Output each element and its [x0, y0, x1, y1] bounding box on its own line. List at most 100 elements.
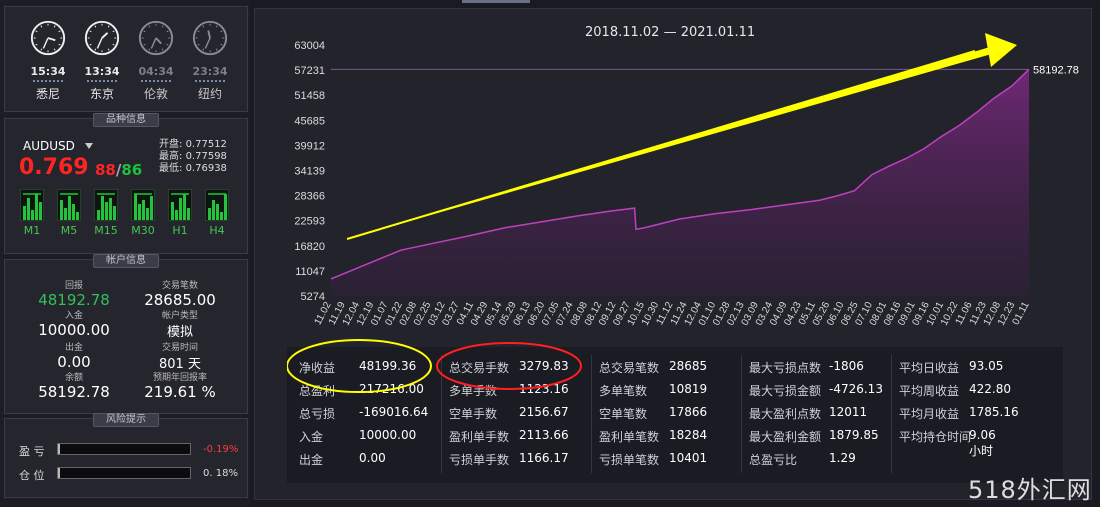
y-tick-label: 51458: [294, 90, 325, 102]
account-info-panel: 帐户信息 回报 48192.78 交易笔数 28685.00 入金 10000.…: [4, 254, 248, 414]
world-clocks-panel: 15:34 悉尼 13:34 东京 04:34 伦敦 23:34 纽约: [4, 6, 248, 112]
symbol-selector[interactable]: AUDUSD: [23, 139, 75, 153]
high-label: 最高:: [159, 151, 183, 162]
account-type-label: 帐户类型: [161, 311, 198, 321]
y-tick-label: 45685: [294, 115, 325, 127]
open-label: 开盘:: [159, 139, 183, 150]
pl-bar-fill: [58, 444, 60, 454]
timeframe-m5[interactable]: M5: [54, 189, 84, 237]
stat-row: 总交易手数 3279.83: [449, 359, 569, 376]
y-tick-label: 11047: [295, 266, 325, 278]
stat-row: 亏损单手数 1166.17: [449, 451, 569, 468]
column-divider: [591, 355, 592, 473]
stat-row: 总亏损 -169016.64: [299, 405, 428, 422]
stat-label: 盈利单笔数: [599, 430, 660, 444]
price-ask: 86: [121, 161, 143, 179]
stat-value: -1806: [829, 359, 864, 373]
trades-value: 28685.00: [144, 291, 216, 309]
stat-value: 28685: [669, 359, 708, 373]
signal-meter-icon: [20, 189, 44, 221]
timeframe-m15[interactable]: M15: [91, 189, 121, 237]
stat-row: 平均持仓时间 9.06小时: [899, 428, 996, 458]
risk-panel: 风险提示 盈 亏 -0.19% 仓 位 0. 18%: [4, 413, 248, 498]
ohl-values: 开盘: 0.77512 最高: 0.77598 最低: 0.76938: [159, 139, 227, 175]
stat-value: 2113.66: [519, 428, 569, 442]
trades-label: 交易笔数: [161, 281, 198, 291]
clock-icon: [138, 20, 174, 56]
clock-time: 13:34: [84, 65, 120, 78]
stat-value: 422.80: [969, 382, 1011, 396]
y-tick-label: 63004: [294, 40, 325, 52]
timeframe-m1[interactable]: M1: [17, 189, 47, 237]
section-title: 品种信息: [93, 113, 159, 127]
stat-row: 平均月收益 1785.16: [899, 405, 1019, 422]
stat-value: 48199.36: [359, 359, 417, 373]
clock-time: 23:34: [192, 65, 228, 78]
stat-label: 总亏损: [299, 407, 336, 421]
y-tick-label: 34139: [294, 166, 325, 178]
stat-label: 亏损单笔数: [599, 453, 660, 467]
stat-label: 多单笔数: [599, 384, 648, 398]
equity-chart-panel: 2018.11.02 — 2021.01.11 63004 57231 51458 4…: [254, 8, 1092, 500]
withdraw-value: 0.00: [57, 353, 91, 371]
balance-value: 58192.78: [38, 383, 110, 401]
low-value: 0.76938: [185, 163, 227, 174]
equity-area: [331, 69, 1029, 297]
stat-label: 最大亏损点数: [749, 361, 822, 375]
stat-value: 10000.00: [359, 428, 417, 442]
timeframe-h4[interactable]: H4: [202, 189, 232, 237]
stat-value: 2156.67: [519, 405, 569, 419]
stat-label: 最大盈利金额: [749, 430, 822, 444]
stat-label: 亏损单手数: [449, 453, 510, 467]
stat-row: 出金 0.00: [299, 451, 386, 468]
stat-row: 总盈利 217216.00: [299, 382, 424, 399]
clock-sydney: 15:34 悉尼: [23, 19, 73, 102]
stat-label: 平均持仓时间: [899, 430, 972, 444]
timeframe-h1[interactable]: H1: [165, 189, 195, 237]
price-bid: 88: [95, 161, 116, 179]
clock-dots: [195, 80, 225, 82]
column-divider: [741, 355, 742, 473]
stat-row: 净收益 48199.36: [299, 359, 416, 376]
balance-label: 余额: [64, 373, 83, 383]
stat-value: 9.06小时: [969, 428, 996, 458]
stat-label: 空单手数: [449, 407, 498, 421]
timeframe-label: H4: [209, 224, 225, 237]
stat-value: 1879.85: [829, 428, 879, 442]
stat-value: 10819: [669, 382, 708, 396]
stat-value: 93.05: [969, 359, 1004, 373]
position-bar-fill: [58, 468, 60, 478]
stat-value: 217216.00: [359, 382, 424, 396]
clock-icon: [30, 20, 66, 56]
clock-city: 东京: [89, 87, 114, 101]
account-balance: 余额 58192.78: [29, 370, 119, 401]
column-divider: [891, 355, 892, 473]
stat-value: 1166.17: [519, 451, 569, 465]
stat-value: 3279.83: [519, 359, 569, 373]
clock-tokyo: 13:34 东京: [77, 19, 127, 102]
clock-time: 04:34: [138, 65, 174, 78]
y-tick-label: 39912: [294, 140, 325, 152]
stat-value: -169016.64: [359, 405, 429, 419]
stat-row: 盈利单笔数 18284: [599, 428, 707, 445]
stat-row: 平均周收益 422.80: [899, 382, 1011, 399]
stat-value: 0.00: [359, 451, 386, 465]
timeframe-label: M15: [94, 224, 118, 237]
account-trade-time: 交易时间 801 天: [135, 340, 225, 372]
account-withdraw: 出金 0.00: [29, 340, 119, 371]
y-tick-label: 16820: [294, 241, 325, 253]
top-scroll-indicator: [462, 0, 530, 3]
timeframe-m30[interactable]: M30: [128, 189, 158, 237]
low-label: 最低:: [159, 163, 183, 174]
withdraw-label: 出金: [64, 343, 83, 353]
stat-label: 最大盈利点数: [749, 407, 822, 421]
signal-meter-icon: [94, 189, 118, 221]
account-type: 帐户类型 模拟: [135, 308, 225, 340]
dropdown-arrow-icon[interactable]: [85, 143, 93, 149]
timeframe-label: M1: [23, 224, 41, 237]
stat-row: 入金 10000.00: [299, 428, 416, 445]
equity-curve-chart: 63004 57231 51458 45685 39912 34139 28366 22593…: [294, 33, 1079, 328]
left-sidebar: 15:34 悉尼 13:34 东京 04:34 伦敦 23:34 纽约 品种信息…: [0, 0, 250, 507]
stat-row: 总交易笔数 28685: [599, 359, 707, 376]
stat-row: 最大亏损金额 -4726.13: [749, 382, 883, 399]
